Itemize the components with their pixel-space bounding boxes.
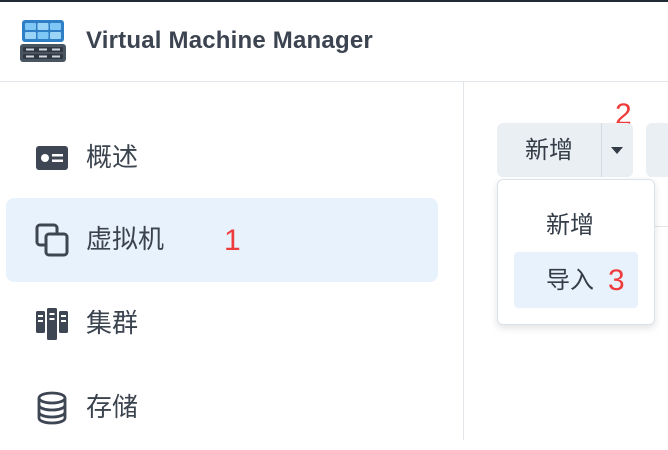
- sidebar-item-overview[interactable]: 概述: [6, 116, 438, 200]
- virtual-machine-manager-app-icon: [20, 20, 66, 62]
- caret-down-icon: [611, 147, 623, 154]
- storage-database-icon: [37, 391, 67, 425]
- sidebar-item-cluster[interactable]: 集群: [6, 282, 438, 366]
- new-dropdown-toggle[interactable]: [602, 123, 633, 177]
- sidebar-item-label: 集群: [86, 309, 139, 339]
- sidebar: 概述 虚拟机 集群 存储: [0, 82, 464, 440]
- menu-item-label: 导入: [546, 266, 594, 294]
- cluster-icon: [36, 308, 68, 340]
- app-title: Virtual Machine Manager: [86, 27, 373, 54]
- top-border: [0, 0, 668, 2]
- annotation-step-1: 1: [224, 224, 241, 257]
- next-toolbar-button[interactable]: [646, 123, 668, 177]
- divider: [655, 226, 668, 227]
- annotation-step-3: 3: [608, 264, 625, 297]
- new-dropdown-menu: 新增 导入: [497, 179, 655, 325]
- sidebar-item-label: 虚拟机: [86, 225, 165, 255]
- sidebar-item-storage[interactable]: 存储: [6, 366, 438, 450]
- new-button[interactable]: 新增: [497, 123, 601, 177]
- sidebar-item-label: 概述: [86, 143, 139, 173]
- virtual-machine-copy-icon: [35, 223, 69, 257]
- menu-item-label: 新增: [546, 211, 594, 239]
- title-bar: Virtual Machine Manager: [0, 0, 668, 82]
- menu-item-new[interactable]: 新增: [514, 197, 638, 253]
- sidebar-item-label: 存储: [86, 393, 139, 423]
- sidebar-item-virtual-machine[interactable]: 虚拟机: [6, 198, 438, 282]
- new-button-group: 新增: [497, 123, 633, 177]
- overview-card-icon: [36, 146, 68, 170]
